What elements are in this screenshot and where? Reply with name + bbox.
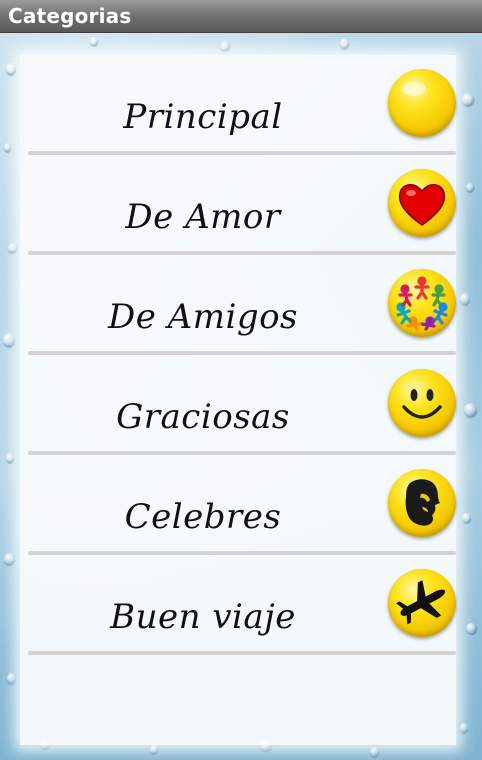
raindrop [466,183,474,192]
raindrop [462,93,474,106]
category-label: De Amigos [107,297,299,337]
category-label: Graciosas [116,397,290,437]
raindrop [462,513,471,523]
raindrop [466,623,477,634]
raindrop [460,723,468,733]
raindrop [464,403,477,417]
raindrop [4,143,11,152]
raindrop [7,673,16,684]
category-item-de-amigos[interactable]: De Amigos [20,255,456,355]
raindrop [460,293,470,305]
screen: Categorias Principal De Amor De Amigos G… [0,0,482,760]
category-label: Principal [123,97,283,137]
category-panel: Principal De Amor De Amigos Graciosas Ce… [20,55,456,745]
category-item-de-amor[interactable]: De Amor [20,155,456,255]
category-item-graciosas[interactable]: Graciosas [20,355,456,455]
raindrop [90,37,98,46]
category-item-buen-viaje[interactable]: Buen viaje [20,555,456,655]
divider [28,651,456,655]
raindrop [8,243,17,253]
raindrop [370,747,379,757]
category-label: De Amor [125,197,281,237]
yellow-ball-icon [388,69,456,137]
friends-circle-icon [388,269,456,337]
raindrop [3,333,15,347]
raindrop [4,553,15,565]
heart-icon [388,169,456,237]
smiley-icon [388,369,456,437]
lincoln-profile-icon [388,469,456,537]
raindrop [150,745,158,754]
category-label: Buen viaje [110,597,296,637]
category-item-principal[interactable]: Principal [20,55,456,155]
airplane-icon [388,569,456,637]
raindrop [6,63,16,75]
window-title: Categorias [8,4,132,28]
raindrop [220,41,230,51]
category-list: Principal De Amor De Amigos Graciosas Ce… [20,55,456,655]
category-item-celebres[interactable]: Celebres [20,455,456,555]
raindrop [6,453,14,463]
raindrop [340,38,349,49]
category-label: Celebres [124,497,282,537]
title-bar: Categorias [0,0,482,33]
